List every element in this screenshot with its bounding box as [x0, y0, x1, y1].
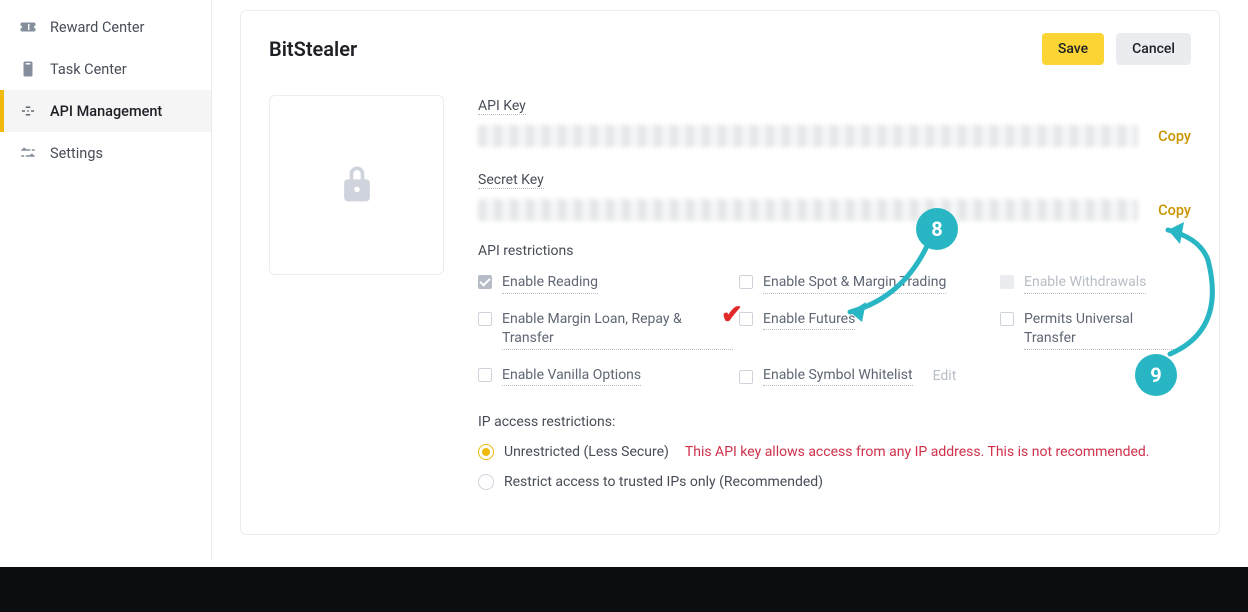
- ip-restrictions-title: IP access restrictions:: [478, 414, 1191, 430]
- restriction-enable-symbol-whitelist[interactable]: Enable Symbol Whitelist Edit: [739, 366, 994, 387]
- secret-key-value: [478, 199, 1138, 221]
- restriction-enable-futures[interactable]: Enable Futures: [739, 310, 994, 350]
- restriction-label: Enable Spot & Margin Trading: [763, 273, 946, 294]
- api-title: BitStealer: [269, 37, 357, 61]
- checkbox-icon[interactable]: [478, 275, 492, 289]
- qr-placeholder: [269, 95, 444, 275]
- api-icon: [18, 101, 38, 121]
- api-key-field: API Key Copy: [478, 95, 1191, 147]
- copy-api-key-button[interactable]: Copy: [1158, 128, 1191, 145]
- restriction-permits-universal-transfer[interactable]: Permits Universal Transfer: [1000, 310, 1180, 350]
- checkbox-icon: [1000, 275, 1014, 289]
- copy-secret-key-button[interactable]: Copy: [1158, 202, 1191, 219]
- secret-key-field: Secret Key Copy: [478, 169, 1191, 221]
- ticket-icon: [18, 17, 38, 37]
- annotation-red-check-icon: ✔: [721, 300, 743, 330]
- restriction-enable-spot-margin[interactable]: Enable Spot & Margin Trading: [739, 273, 994, 294]
- checkbox-icon[interactable]: [478, 312, 492, 326]
- checkbox-icon[interactable]: [1000, 312, 1014, 326]
- restrictions-title: API restrictions: [478, 243, 1191, 259]
- radio-icon[interactable]: [478, 444, 494, 460]
- restriction-enable-margin-loan[interactable]: Enable Margin Loan, Repay & Transfer: [478, 310, 733, 350]
- radio-icon[interactable]: [478, 474, 494, 490]
- restrictions-grid: Enable Reading Enable Spot & Margin Trad…: [478, 273, 1191, 386]
- restriction-label: Enable Margin Loan, Repay & Transfer: [502, 310, 733, 350]
- checkbox-icon[interactable]: [739, 370, 753, 384]
- save-button[interactable]: Save: [1042, 33, 1104, 65]
- page-footer: [0, 567, 1248, 612]
- sidebar-item-task-center[interactable]: Task Center: [0, 48, 211, 90]
- restriction-label: Enable Symbol Whitelist: [763, 366, 913, 387]
- card-header: BitStealer Save Cancel: [269, 33, 1191, 65]
- cancel-button[interactable]: Cancel: [1116, 33, 1191, 65]
- sidebar-item-label: Settings: [50, 145, 103, 162]
- api-key-value: [478, 125, 1138, 147]
- sliders-icon: [18, 143, 38, 163]
- sidebar-item-label: Reward Center: [50, 19, 144, 36]
- restriction-label: Enable Withdrawals: [1024, 273, 1146, 294]
- clipboard-icon: [18, 59, 38, 79]
- radio-label: Unrestricted (Less Secure): [504, 444, 669, 460]
- edit-whitelist-link[interactable]: Edit: [933, 368, 957, 384]
- header-actions: Save Cancel: [1042, 33, 1191, 65]
- ip-option-unrestricted[interactable]: Unrestricted (Less Secure) This API key …: [478, 444, 1191, 460]
- restriction-enable-withdrawals[interactable]: Enable Withdrawals: [1000, 273, 1180, 294]
- ip-warning-text: This API key allows access from any IP a…: [685, 444, 1150, 460]
- sidebar-item-label: Task Center: [50, 61, 127, 78]
- sidebar-item-api-management[interactable]: API Management: [0, 90, 211, 132]
- restriction-label: Enable Vanilla Options: [502, 366, 641, 387]
- lock-icon: [335, 156, 379, 214]
- checkbox-icon[interactable]: [739, 275, 753, 289]
- main-content: BitStealer Save Cancel API Key: [212, 0, 1248, 560]
- api-key-label: API Key: [478, 98, 526, 115]
- sidebar-item-settings[interactable]: Settings: [0, 132, 211, 174]
- api-card: BitStealer Save Cancel API Key: [240, 10, 1220, 535]
- restriction-label: Enable Reading: [502, 273, 598, 294]
- sidebar: Reward Center Task Center API Management…: [0, 0, 212, 560]
- restriction-enable-vanilla-options[interactable]: Enable Vanilla Options: [478, 366, 733, 387]
- radio-label: Restrict access to trusted IPs only (Rec…: [504, 474, 823, 490]
- restriction-label: Enable Futures: [763, 310, 855, 331]
- sidebar-item-label: API Management: [50, 103, 162, 120]
- ip-option-restricted[interactable]: Restrict access to trusted IPs only (Rec…: [478, 474, 1191, 490]
- restriction-label: Permits Universal Transfer: [1024, 310, 1180, 350]
- secret-key-label: Secret Key: [478, 172, 544, 189]
- sidebar-item-reward-center[interactable]: Reward Center: [0, 6, 211, 48]
- checkbox-icon[interactable]: [478, 368, 492, 382]
- restriction-enable-reading[interactable]: Enable Reading: [478, 273, 733, 294]
